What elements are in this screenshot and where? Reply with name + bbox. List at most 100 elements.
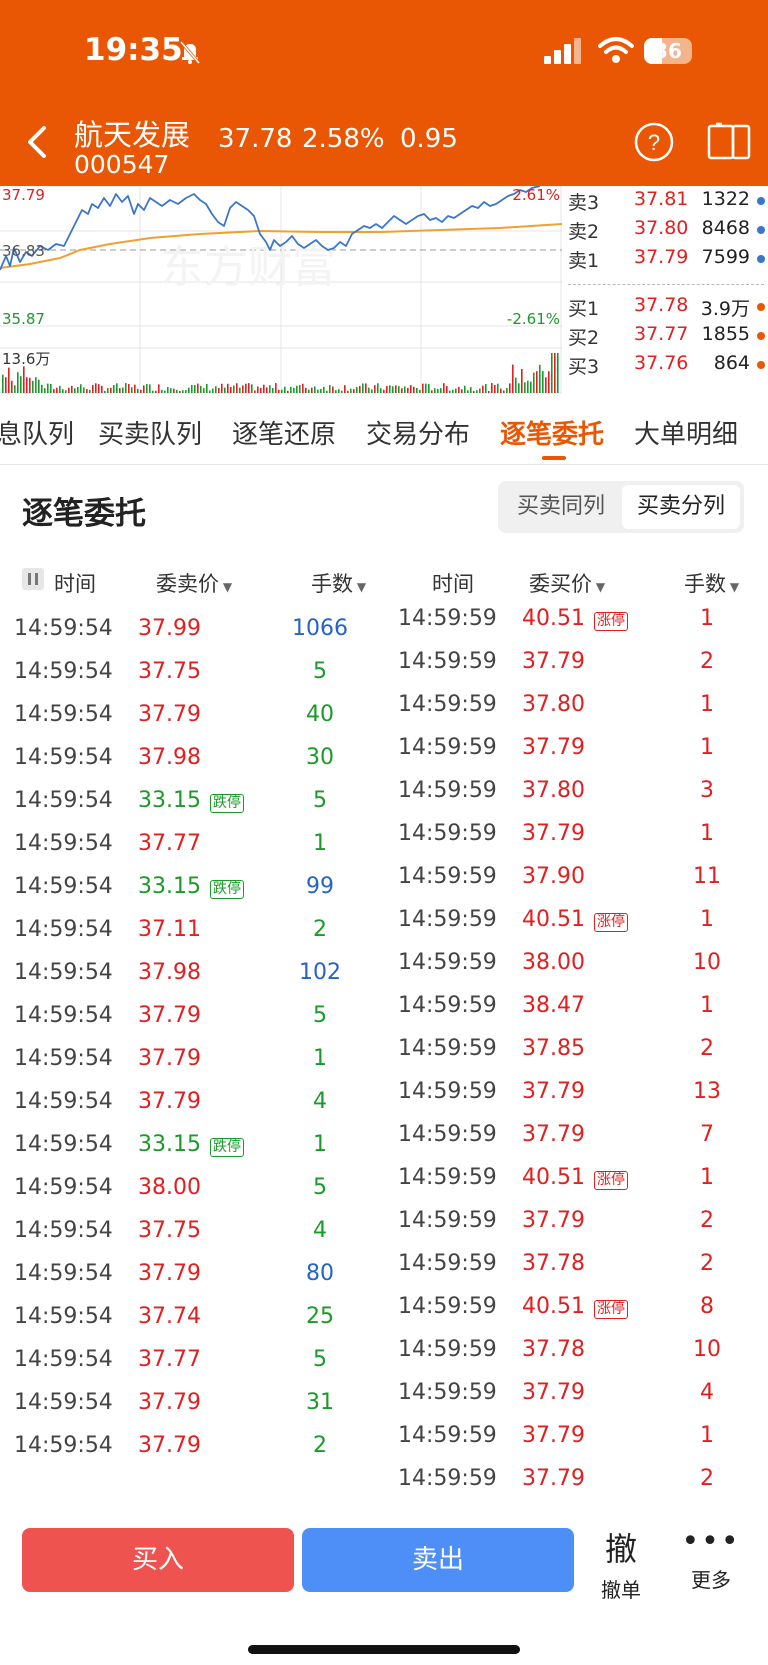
tick-order-row[interactable]: 14:59:54 33.15 跌停 99	[0, 866, 384, 909]
order-price: 37.79	[138, 1390, 201, 1415]
order-book-row[interactable]: 买1 37.78 3.9万	[562, 294, 768, 324]
volume-bar	[188, 387, 190, 393]
tick-order-row[interactable]: 14:59:54 37.79 1	[0, 1038, 384, 1081]
tick-order-row[interactable]: 14:59:59 38.00 10	[384, 942, 768, 985]
order-time: 14:59:54	[14, 1175, 113, 1200]
order-price: 37.79	[522, 1079, 585, 1104]
tick-order-row[interactable]: 14:59:59 37.79 7	[384, 1114, 768, 1157]
volume-bar	[314, 386, 316, 393]
tick-order-row[interactable]: 14:59:54 37.74 25	[0, 1296, 384, 1339]
more-button[interactable]: ••• 更多	[680, 1524, 742, 1604]
volume-bar	[206, 383, 208, 393]
cancel-order-button[interactable]: 撤 撤单	[590, 1524, 652, 1604]
tick-order-row[interactable]: 14:59:54 38.00 5	[0, 1167, 384, 1210]
volume-bar	[401, 388, 403, 393]
tick-order-row[interactable]: 14:59:54 37.79 2	[0, 1425, 384, 1468]
order-book-row[interactable]: 买3 37.76 864	[562, 352, 768, 382]
volume-bar	[254, 390, 256, 393]
tab-large-orders[interactable]: 大单明细	[634, 414, 738, 451]
order-time: 14:59:54	[14, 659, 113, 684]
tick-order-row[interactable]: 14:59:59 37.79 2	[384, 1200, 768, 1243]
buy-button[interactable]: 买入	[22, 1528, 294, 1592]
right-volume-header[interactable]: 手数 ▼	[684, 568, 739, 598]
pause-icon[interactable]	[22, 568, 44, 590]
tick-order-row[interactable]: 14:59:59 37.79 13	[384, 1071, 768, 1114]
switch-layout-icon[interactable]	[706, 120, 752, 162]
tick-order-row[interactable]: 14:59:54 37.75 4	[0, 1210, 384, 1253]
tick-order-row[interactable]: 14:59:59 37.79 1	[384, 727, 768, 770]
tick-order-row[interactable]: 14:59:54 37.98 30	[0, 737, 384, 780]
tick-order-row[interactable]: 14:59:59 37.79 2	[384, 641, 768, 684]
tick-order-row[interactable]: 14:59:54 37.11 2	[0, 909, 384, 952]
tick-order-row[interactable]: 14:59:59 37.78 2	[384, 1243, 768, 1286]
volume-bar	[518, 383, 520, 393]
left-volume-header[interactable]: 手数 ▼	[311, 568, 366, 598]
order-volume: 4	[700, 1380, 714, 1405]
order-price: 37.77	[138, 831, 201, 856]
tab-tick-orders[interactable]: 逐笔委托	[500, 414, 604, 451]
help-icon[interactable]: ?	[634, 122, 674, 162]
tick-order-row[interactable]: 14:59:54 37.79 40	[0, 694, 384, 737]
tab-trade-distribution[interactable]: 交易分布	[366, 414, 470, 451]
tick-order-row[interactable]: 14:59:54 37.99 1066	[0, 608, 384, 651]
tick-order-row[interactable]: 14:59:59 37.90 11	[384, 856, 768, 899]
tick-order-row[interactable]: 14:59:59 37.78 10	[384, 1329, 768, 1372]
tab-buy-sell-queue[interactable]: 买卖队列	[98, 414, 202, 451]
order-book-row[interactable]: 卖3 37.81 1322	[562, 188, 768, 218]
volume-bar	[257, 386, 259, 393]
tick-order-row[interactable]: 14:59:59 40.51 涨停 8	[384, 1286, 768, 1329]
tab-info-queue[interactable]: 息队列	[0, 414, 74, 451]
volume-bar	[368, 387, 370, 393]
tick-order-row[interactable]: 14:59:54 37.79 5	[0, 995, 384, 1038]
tick-order-row[interactable]: 14:59:54 37.79 31	[0, 1382, 384, 1425]
volume-bar	[197, 383, 199, 393]
volume-bar	[131, 387, 133, 393]
tick-order-row[interactable]: 14:59:54 33.15 跌停 1	[0, 1124, 384, 1167]
volume-bar	[458, 386, 460, 393]
section-title: 逐笔委托	[22, 496, 146, 532]
order-volume: 5	[313, 1175, 327, 1200]
sell-orders-list[interactable]: 14:59:5433.15跌停1314:59:5437.99106614:59:…	[0, 600, 384, 1512]
tick-order-row[interactable]: 14:59:59 37.79 2	[384, 1458, 768, 1501]
tick-order-row[interactable]: 14:59:54 37.98 102	[0, 952, 384, 995]
back-arrow-icon[interactable]	[22, 122, 56, 162]
tick-order-row[interactable]: 14:59:5433.15跌停13	[0, 600, 384, 608]
tick-order-row[interactable]: 14:59:59 37.85 2	[384, 1028, 768, 1071]
split-column-button[interactable]: 买卖分列	[622, 485, 740, 529]
order-price: 33.15	[138, 788, 201, 813]
order-book-row[interactable]: 买2 37.77 1855	[562, 323, 768, 353]
order-book-row[interactable]: 卖1 37.79 7599	[562, 246, 768, 276]
volume-bar	[14, 385, 16, 393]
tick-order-row[interactable]: 14:59:54 37.79 4	[0, 1081, 384, 1124]
tick-order-row[interactable]: 14:59:59 37.79 1	[384, 813, 768, 856]
volume-bar	[422, 383, 424, 393]
order-volume: 2	[700, 1251, 714, 1276]
tick-order-row[interactable]: 14:59:54 33.15 跌停 5	[0, 780, 384, 823]
volume-bar	[389, 385, 391, 393]
tick-order-row[interactable]: 14:59:59 37.79 1	[384, 1415, 768, 1458]
volume-bar	[461, 389, 463, 393]
order-book-price: 37.77	[634, 323, 689, 345]
tick-order-row[interactable]: 14:59:59 37.79 4	[384, 1372, 768, 1415]
tick-order-row[interactable]: 14:59:59 37.80 1	[384, 684, 768, 727]
tick-order-row[interactable]: 14:59:59 38.47 1	[384, 985, 768, 1028]
tab-tick-restore[interactable]: 逐笔还原	[232, 414, 336, 451]
order-book-row[interactable]: 卖2 37.80 8468	[562, 217, 768, 247]
volume-bar	[53, 389, 55, 393]
tick-order-row[interactable]: 14:59:59 40.51 涨停 1	[384, 600, 768, 641]
tick-order-row[interactable]: 14:59:54 37.77 5	[0, 1339, 384, 1382]
tick-order-row[interactable]: 14:59:59 37.80 3	[384, 770, 768, 813]
buy-orders-list[interactable]: 14:59:5940.51涨停214:59:5940.51涨停114:59:59…	[384, 600, 768, 1512]
tick-order-row[interactable]: 14:59:54 37.75 5	[0, 651, 384, 694]
tick-order-row[interactable]: 14:59:59 40.51 涨停 1	[384, 1157, 768, 1200]
sell-button[interactable]: 卖出	[302, 1528, 574, 1592]
tick-order-row[interactable]: 14:59:54 37.79 80	[0, 1253, 384, 1296]
same-column-button[interactable]: 买卖同列	[502, 485, 620, 529]
left-price-header[interactable]: 委卖价 ▼	[156, 568, 232, 598]
tick-order-row[interactable]: 14:59:59 40.51 涨停 1	[384, 899, 768, 942]
volume-bar	[407, 387, 409, 393]
price-high-label: 37.79	[2, 186, 45, 204]
intraday-chart[interactable]: 东方财富 37.79 36.83 35.87 2.61% -2.61% 13.6…	[0, 186, 562, 394]
tick-order-row[interactable]: 14:59:54 37.77 1	[0, 823, 384, 866]
right-price-header[interactable]: 委买价 ▼	[529, 568, 605, 598]
